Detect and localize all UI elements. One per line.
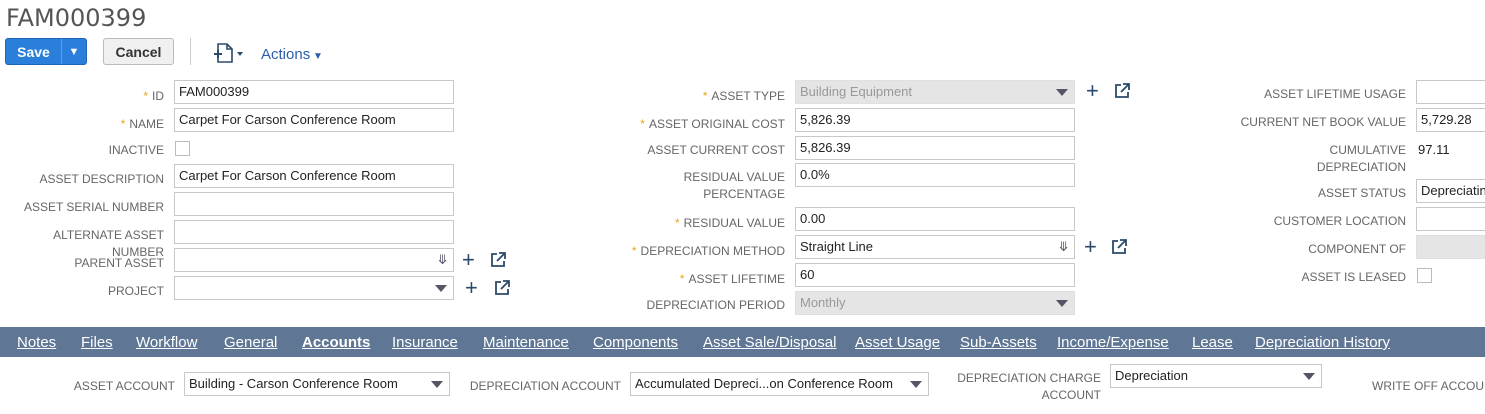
dropdown-arrow-icon — [1056, 300, 1068, 307]
lifetime-usage-field[interactable] — [1416, 80, 1485, 104]
depreciation-method-field[interactable]: Straight Line ⤋ — [795, 235, 1075, 259]
depreciation-charge-account-field[interactable]: Depreciation — [1110, 364, 1322, 388]
project-field[interactable] — [174, 276, 454, 300]
asset-account-label: ASSET ACCOUNT — [73, 379, 175, 393]
open-depreciation-method-icon[interactable] — [1110, 238, 1128, 261]
tab-accounts[interactable]: Accounts — [302, 334, 370, 351]
depreciation-period-field[interactable]: Monthly — [795, 291, 1075, 315]
tab-components[interactable]: Components — [593, 334, 678, 351]
subtab-bar: Notes Files Workflow General Accounts In… — [0, 327, 1485, 357]
id-label: * ID — [143, 89, 164, 103]
tab-depreciation-history[interactable]: Depreciation History — [1255, 334, 1390, 351]
open-parent-asset-icon[interactable] — [489, 251, 507, 274]
tab-files[interactable]: Files — [81, 334, 113, 351]
inactive-checkbox[interactable] — [175, 141, 190, 156]
tab-asset-usage[interactable]: Asset Usage — [855, 334, 940, 351]
asset-lifetime-label: * ASSET LIFETIME — [679, 272, 785, 286]
id-field[interactable]: FAM000399 — [174, 80, 454, 104]
original-cost-field[interactable]: 5,826.39 — [795, 108, 1075, 132]
dropdown-arrow-icon — [435, 285, 447, 292]
component-of-label: COMPONENT OF — [1308, 242, 1406, 256]
parent-asset-field[interactable]: ⤋ — [174, 248, 454, 272]
tab-asset-sale-disposal[interactable]: Asset Sale/Disposal — [703, 334, 836, 351]
residual-percentage-field[interactable]: 0.0% — [795, 163, 1075, 187]
asset-description-field[interactable]: Carpet For Carson Conference Room — [174, 164, 454, 188]
double-chevron-icon: ⤋ — [1058, 239, 1069, 254]
add-project-icon[interactable]: + — [465, 277, 478, 299]
add-depreciation-method-icon[interactable]: + — [1084, 236, 1097, 258]
tab-sub-assets[interactable]: Sub-Assets — [960, 334, 1037, 351]
dropdown-arrow-icon — [431, 381, 443, 388]
page-title: FAM000399 — [6, 4, 147, 32]
dropdown-arrow-icon — [910, 381, 922, 388]
serial-number-field[interactable] — [174, 192, 454, 216]
residual-percentage-label: RESIDUAL VALUE PERCENTAGE — [683, 170, 785, 201]
asset-status-label: ASSET STATUS — [1317, 186, 1406, 200]
lifetime-usage-label: ASSET LIFETIME USAGE — [1264, 87, 1406, 101]
name-field[interactable]: Carpet For Carson Conference Room — [174, 108, 454, 132]
tab-lease[interactable]: Lease — [1192, 334, 1233, 351]
save-dropdown-icon[interactable]: ▼ — [61, 39, 86, 64]
dropdown-arrow-icon — [1303, 373, 1315, 380]
asset-is-leased-checkbox[interactable] — [1417, 268, 1432, 283]
project-label: PROJECT — [107, 284, 164, 298]
residual-value-label: * RESIDUAL VALUE — [674, 216, 785, 230]
asset-description-label: ASSET DESCRIPTION — [39, 172, 164, 186]
add-parent-asset-icon[interactable]: + — [462, 249, 475, 271]
name-label: * NAME — [120, 117, 164, 131]
cumulative-depreciation-label: CUMULATIVE DEPRECIATION — [1316, 143, 1406, 174]
cumulative-depreciation-value: 97.11 — [1418, 142, 1450, 157]
residual-value-field[interactable]: 0.00 — [795, 207, 1075, 231]
asset-account-field[interactable]: Building - Carson Conference Room — [184, 372, 450, 396]
asset-status-field[interactable]: Depreciating — [1416, 179, 1485, 203]
depreciation-account-label: DEPRECIATION ACCOUNT — [469, 379, 621, 393]
asset-type-field[interactable]: Building Equipment — [795, 80, 1075, 104]
save-button[interactable]: Save ▼ — [5, 38, 87, 65]
asset-lifetime-field[interactable]: 60 — [795, 263, 1075, 287]
double-chevron-icon: ⤋ — [437, 252, 448, 267]
inactive-label: INACTIVE — [108, 143, 164, 157]
component-of-field[interactable] — [1416, 235, 1485, 259]
customer-location-field[interactable] — [1416, 207, 1485, 231]
tab-maintenance[interactable]: Maintenance — [483, 334, 569, 351]
tab-insurance[interactable]: Insurance — [392, 334, 458, 351]
depreciation-charge-account-label: DEPRECIATION CHARGE ACCOUNT — [957, 371, 1101, 402]
current-cost-label: ASSET CURRENT COST — [647, 143, 785, 157]
net-book-value-label: CURRENT NET BOOK VALUE — [1240, 115, 1406, 129]
asset-type-label: * ASSET TYPE — [702, 89, 785, 103]
net-book-value-field[interactable]: 5,729.28 — [1416, 108, 1485, 132]
tab-workflow[interactable]: Workflow — [136, 334, 197, 351]
open-project-icon[interactable] — [493, 279, 511, 302]
actions-menu[interactable]: Actions ▼ — [261, 46, 323, 63]
asset-is-leased-label: ASSET IS LEASED — [1301, 270, 1407, 284]
tab-notes[interactable]: Notes — [17, 334, 56, 351]
tab-income-expense[interactable]: Income/Expense — [1057, 334, 1169, 351]
caret-down-icon: ▼ — [310, 51, 323, 62]
current-cost-field[interactable]: 5,826.39 — [795, 136, 1075, 160]
write-off-account-label: WRITE OFF ACCOUNT — [1372, 379, 1485, 393]
tab-general[interactable]: General — [224, 334, 277, 351]
open-asset-type-icon[interactable] — [1113, 82, 1131, 105]
add-asset-type-icon[interactable]: + — [1086, 80, 1099, 102]
customer-location-label: CUSTOMER LOCATION — [1273, 214, 1406, 228]
depreciation-period-label: DEPRECIATION PERIOD — [646, 298, 785, 312]
cancel-button[interactable]: Cancel — [103, 38, 174, 65]
actions-label: Actions — [261, 46, 311, 63]
new-document-icon[interactable] — [212, 42, 246, 69]
depreciation-method-label: * DEPRECIATION METHOD — [631, 244, 785, 258]
save-button-label: Save — [17, 43, 50, 60]
dropdown-arrow-icon — [1056, 89, 1068, 96]
alternate-number-field[interactable] — [174, 220, 454, 244]
serial-number-label: ASSET SERIAL NUMBER — [23, 200, 164, 214]
parent-asset-label: PARENT ASSET — [74, 256, 164, 270]
toolbar-divider — [190, 38, 191, 65]
depreciation-account-field[interactable]: Accumulated Depreci...on Conference Room — [630, 372, 929, 396]
original-cost-label: * ASSET ORIGINAL COST — [640, 117, 785, 131]
